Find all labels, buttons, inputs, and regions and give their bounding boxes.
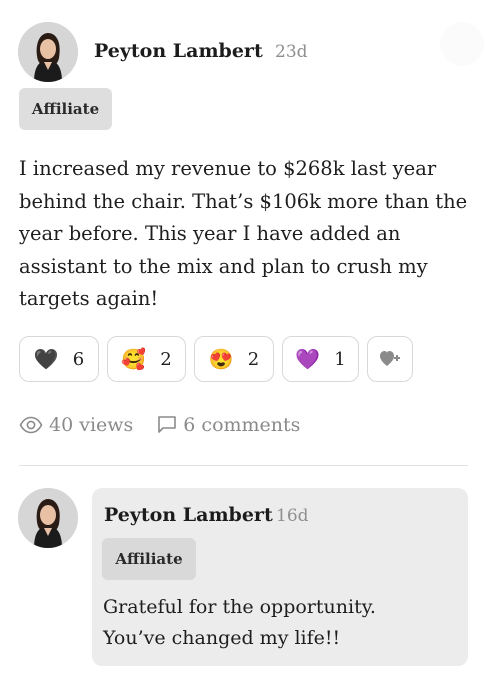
reaction-black-heart[interactable]: 🖤 6 — [19, 336, 99, 382]
comment-icon — [158, 416, 177, 433]
profile-photo-icon — [18, 488, 78, 548]
comment-avatar[interactable] — [18, 488, 78, 548]
comment-timestamp: 16d — [276, 506, 309, 526]
post-body: I increased my revenue to $268k last yea… — [19, 157, 468, 310]
avatar[interactable] — [18, 22, 78, 82]
comment-author-name[interactable]: Peyton Lambert — [104, 504, 273, 526]
post-author-name[interactable]: Peyton Lambert — [94, 40, 263, 62]
reaction-count: 2 — [247, 348, 260, 370]
views-stat: 40 views — [19, 414, 133, 436]
reaction-smiling-hearts[interactable]: 🥰 2 — [107, 336, 186, 382]
add-reaction-button[interactable] — [367, 336, 413, 382]
eye-icon — [19, 416, 43, 434]
reaction-count: 1 — [334, 348, 346, 370]
comments-count: 6 comments — [183, 414, 301, 436]
black-heart-icon: 🖤 — [33, 347, 59, 371]
reaction-bar: 🖤 6 🥰 2 😍 2 💜 1 — [19, 336, 413, 384]
profile-photo-icon — [18, 22, 78, 82]
comments-link[interactable]: 6 comments — [157, 414, 300, 436]
views-count: 40 views — [49, 414, 134, 436]
smiling-face-with-hearts-icon: 🥰 — [121, 347, 147, 371]
divider — [19, 465, 468, 466]
affiliate-badge: Affiliate — [102, 538, 196, 580]
comment-line: You’ve changed my life!! — [103, 627, 341, 649]
affiliate-badge: Affiliate — [19, 88, 112, 130]
reaction-count: 6 — [72, 348, 85, 370]
comment-bubble: Peyton Lambert 16d Affiliate Grateful fo… — [92, 488, 468, 666]
reaction-count: 2 — [160, 348, 172, 370]
comment-body: Grateful for the opportunity. You’ve cha… — [103, 592, 458, 654]
post-options-button[interactable] — [440, 22, 484, 66]
reaction-heart-eyes[interactable]: 😍 2 — [194, 336, 274, 382]
reaction-purple-heart[interactable]: 💜 1 — [282, 336, 359, 382]
post-timestamp: 23d — [275, 42, 308, 62]
post-stats: 40 views 6 comments — [19, 414, 300, 436]
heart-eyes-icon: 😍 — [208, 347, 234, 371]
purple-heart-icon: 💜 — [295, 347, 321, 371]
add-reaction-icon — [380, 351, 400, 366]
comment-line: Grateful for the opportunity. — [103, 596, 376, 618]
